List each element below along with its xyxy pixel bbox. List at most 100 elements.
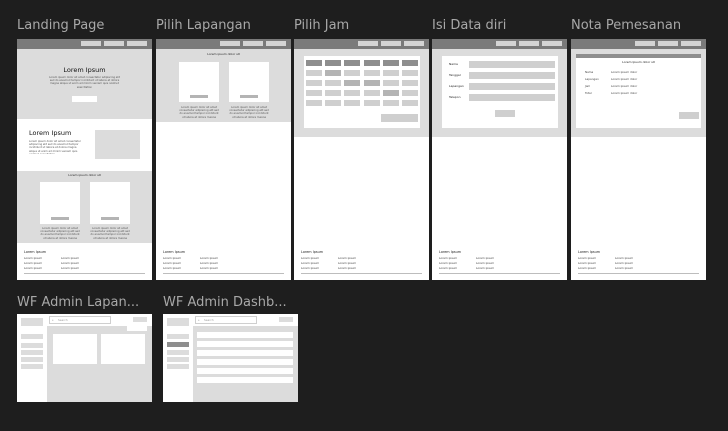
footer-link[interactable]: Lorem ipsum bbox=[61, 256, 79, 260]
nav-item[interactable] bbox=[681, 41, 701, 46]
receipt-print-button[interactable] bbox=[679, 112, 699, 119]
time-slot-cell[interactable] bbox=[344, 70, 361, 76]
footer-link[interactable]: Lorem ipsum bbox=[301, 261, 319, 265]
footer-link[interactable]: Lorem ipsum bbox=[61, 266, 79, 270]
footer-link[interactable]: Lorem ipsum bbox=[615, 266, 633, 270]
time-slot-cell[interactable] bbox=[306, 100, 322, 106]
footer-link[interactable]: Lorem ipsum bbox=[578, 261, 596, 265]
admin-user-badge[interactable] bbox=[279, 317, 293, 322]
admin-sidebar-item[interactable] bbox=[21, 364, 43, 369]
footer-link[interactable]: Lorem ipsum bbox=[301, 256, 319, 260]
dashboard-table-row[interactable] bbox=[197, 377, 293, 383]
hero-cta-button[interactable] bbox=[72, 96, 97, 102]
frame-isi-data-diri[interactable]: Nama Tanggal Lapangan Telepon Lorem Ipsu… bbox=[432, 39, 567, 280]
time-slot-cell[interactable] bbox=[382, 90, 399, 96]
footer-link[interactable]: Lorem ipsum bbox=[615, 261, 633, 265]
nav-item[interactable] bbox=[381, 41, 401, 46]
footer-link[interactable]: Lorem ipsum bbox=[163, 256, 181, 260]
footer-link[interactable]: Lorem ipsum bbox=[61, 261, 79, 265]
dashboard-table-row[interactable] bbox=[197, 332, 293, 338]
admin-add-button[interactable] bbox=[127, 325, 147, 331]
frame-title-admin-lapangan[interactable]: WF Admin Lapan... bbox=[17, 295, 152, 311]
footer-link[interactable]: Lorem ipsum bbox=[578, 256, 596, 260]
time-slot-cell[interactable] bbox=[382, 100, 399, 106]
nav-item[interactable] bbox=[358, 41, 378, 46]
time-slot-cell[interactable] bbox=[402, 90, 418, 96]
tanggal-input[interactable] bbox=[469, 72, 555, 79]
time-slot-cell[interactable] bbox=[363, 90, 380, 96]
nav-item[interactable] bbox=[104, 41, 124, 46]
time-slot-cell[interactable] bbox=[325, 100, 342, 106]
nav-item[interactable] bbox=[404, 41, 424, 46]
nama-input[interactable] bbox=[469, 61, 555, 68]
frame-title-admin-dashboard[interactable]: WF Admin Dashb... bbox=[163, 295, 298, 311]
footer-link[interactable]: Lorem ipsum bbox=[338, 256, 356, 260]
footer-link[interactable]: Lorem ipsum bbox=[200, 256, 218, 260]
admin-user-badge[interactable] bbox=[133, 317, 147, 322]
card-button[interactable] bbox=[51, 217, 69, 220]
admin-sidebar-item[interactable] bbox=[21, 357, 43, 362]
footer-link[interactable]: Lorem ipsum bbox=[24, 261, 42, 265]
footer-link[interactable]: Lorem ipsum bbox=[200, 266, 218, 270]
time-slot-cell[interactable] bbox=[325, 80, 342, 86]
footer-link[interactable]: Lorem ipsum bbox=[615, 256, 633, 260]
frame-admin-dashboard[interactable]: ⌕ Search bbox=[163, 314, 298, 402]
time-slot-cell[interactable] bbox=[402, 100, 418, 106]
form-submit-button[interactable] bbox=[495, 110, 515, 117]
admin-sidebar-item[interactable] bbox=[167, 350, 189, 355]
admin-sidebar-item[interactable] bbox=[21, 334, 43, 339]
frame-nota-pemesanan[interactable]: Lorem Ipsum dolor sit Nama Lorem ipsum d… bbox=[571, 39, 706, 280]
admin-sidebar-item[interactable] bbox=[167, 364, 189, 369]
dashboard-table-row[interactable] bbox=[197, 368, 293, 374]
footer-link[interactable]: Lorem ipsum bbox=[24, 266, 42, 270]
nav-item[interactable] bbox=[542, 41, 562, 46]
nav-item[interactable] bbox=[243, 41, 263, 46]
footer-link[interactable]: Lorem ipsum bbox=[338, 261, 356, 265]
time-slot-cell[interactable] bbox=[402, 70, 418, 76]
lapangan-input[interactable] bbox=[469, 83, 555, 90]
lapangan-card-button[interactable] bbox=[240, 95, 258, 98]
admin-search-input[interactable]: ⌕ Search bbox=[49, 316, 111, 324]
nav-item[interactable] bbox=[220, 41, 240, 46]
nav-item[interactable] bbox=[266, 41, 286, 46]
frame-landing-page[interactable]: Lorem Ipsum Lorem ipsum dolor sit amet c… bbox=[17, 39, 152, 280]
frame-pilih-jam[interactable]: Lorem Ipsum Lorem ipsum Lorem ipsum Lore… bbox=[294, 39, 429, 280]
frame-admin-lapangan[interactable]: ⌕ Search bbox=[17, 314, 152, 402]
nav-item[interactable] bbox=[635, 41, 655, 46]
nav-item[interactable] bbox=[127, 41, 147, 46]
footer-link[interactable]: Lorem ipsum bbox=[476, 261, 494, 265]
dashboard-table-row[interactable] bbox=[197, 359, 293, 365]
time-slot-cell[interactable] bbox=[306, 90, 322, 96]
admin-lapangan-card[interactable] bbox=[53, 334, 97, 364]
footer-link[interactable]: Lorem ipsum bbox=[476, 266, 494, 270]
time-slot-cell[interactable] bbox=[325, 90, 342, 96]
time-slot-cell[interactable] bbox=[402, 80, 418, 86]
nav-item[interactable] bbox=[81, 41, 101, 46]
nav-item[interactable] bbox=[519, 41, 539, 46]
frame-title-pilih-lapangan[interactable]: Pilih Lapangan bbox=[156, 18, 291, 34]
frame-title-isi-data-diri[interactable]: Isi Data diri bbox=[432, 18, 567, 34]
admin-sidebar-item[interactable] bbox=[167, 334, 189, 339]
time-slot-cell[interactable] bbox=[363, 80, 380, 86]
footer-link[interactable]: Lorem ipsum bbox=[476, 256, 494, 260]
frame-title-pilih-jam[interactable]: Pilih Jam bbox=[294, 18, 429, 34]
nav-item[interactable] bbox=[496, 41, 516, 46]
time-slot-cell[interactable] bbox=[344, 100, 361, 106]
footer-link[interactable]: Lorem ipsum bbox=[338, 266, 356, 270]
time-slot-cell[interactable] bbox=[325, 70, 342, 76]
time-slot-cell[interactable] bbox=[344, 80, 361, 86]
admin-sidebar-item[interactable] bbox=[21, 343, 43, 348]
time-slot-cell[interactable] bbox=[344, 90, 361, 96]
admin-sidebar-item[interactable] bbox=[167, 357, 189, 362]
time-slot-cell[interactable] bbox=[382, 80, 399, 86]
time-slot-cell[interactable] bbox=[363, 100, 380, 106]
frame-title-landing[interactable]: Landing Page bbox=[17, 18, 152, 34]
footer-link[interactable]: Lorem ipsum bbox=[200, 261, 218, 265]
frame-pilih-lapangan[interactable]: Lorem ipsum dolor sit Lorem ipsum dolor … bbox=[156, 39, 291, 280]
footer-link[interactable]: Lorem ipsum bbox=[163, 261, 181, 265]
time-slot-cell[interactable] bbox=[382, 70, 399, 76]
telepon-input[interactable] bbox=[469, 94, 555, 101]
footer-link[interactable]: Lorem ipsum bbox=[439, 261, 457, 265]
card-button[interactable] bbox=[101, 217, 119, 220]
footer-link[interactable]: Lorem ipsum bbox=[439, 266, 457, 270]
